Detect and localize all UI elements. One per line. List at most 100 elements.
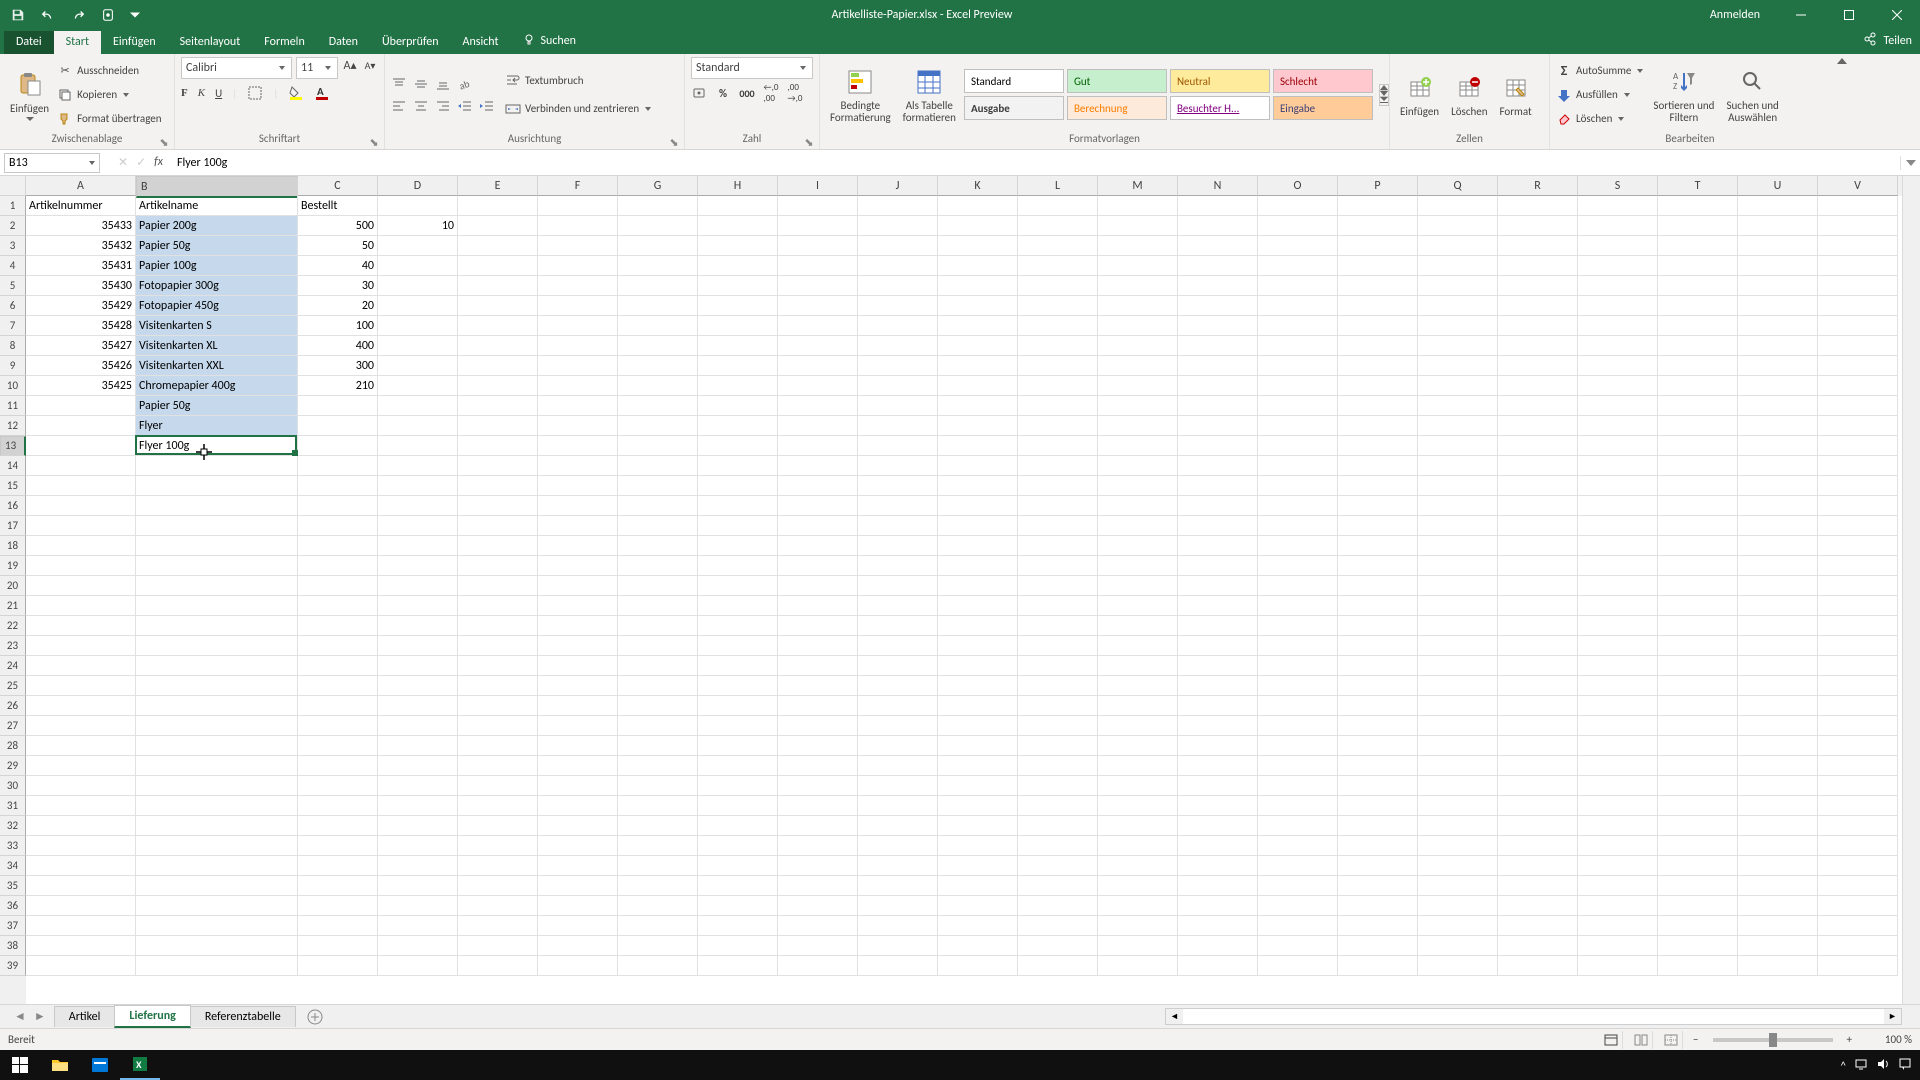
- cell[interactable]: [778, 316, 858, 336]
- cell[interactable]: [1018, 356, 1098, 376]
- cell[interactable]: [1818, 356, 1898, 376]
- row-header[interactable]: 26: [0, 696, 26, 716]
- cell[interactable]: [1338, 556, 1418, 576]
- cell[interactable]: [618, 496, 698, 516]
- cell[interactable]: [1258, 596, 1338, 616]
- row-header[interactable]: 22: [0, 616, 26, 636]
- cell[interactable]: [1018, 676, 1098, 696]
- cell[interactable]: [858, 256, 938, 276]
- cell[interactable]: [618, 736, 698, 756]
- cell[interactable]: [1418, 236, 1498, 256]
- cell[interactable]: [538, 676, 618, 696]
- tray-network-icon[interactable]: [1854, 1057, 1868, 1074]
- cell[interactable]: [458, 396, 538, 416]
- cell[interactable]: [1578, 936, 1658, 956]
- cell[interactable]: [858, 356, 938, 376]
- cell[interactable]: [1578, 256, 1658, 276]
- cell[interactable]: [1258, 516, 1338, 536]
- cell[interactable]: [618, 656, 698, 676]
- sheet-nav-next-icon[interactable]: ►: [34, 1009, 46, 1024]
- cell[interactable]: [1018, 896, 1098, 916]
- cell[interactable]: [136, 516, 298, 536]
- cell[interactable]: [778, 616, 858, 636]
- cell-style-neutral[interactable]: Neutral: [1170, 69, 1270, 93]
- cell[interactable]: [378, 436, 458, 456]
- cell[interactable]: [1258, 716, 1338, 736]
- cell[interactable]: [1818, 396, 1898, 416]
- cell[interactable]: [938, 496, 1018, 516]
- cell[interactable]: [938, 456, 1018, 476]
- cell[interactable]: [378, 676, 458, 696]
- cell[interactable]: [26, 616, 136, 636]
- cell[interactable]: [1418, 896, 1498, 916]
- cell[interactable]: 35426: [26, 356, 136, 376]
- column-header-P[interactable]: P: [1338, 176, 1418, 196]
- cell[interactable]: [1178, 516, 1258, 536]
- cell[interactable]: [1338, 456, 1418, 476]
- cell[interactable]: [1498, 856, 1578, 876]
- row-header[interactable]: 10: [0, 376, 26, 396]
- more-icon[interactable]: [1380, 97, 1388, 105]
- cell[interactable]: [1018, 296, 1098, 316]
- cell[interactable]: [698, 436, 778, 456]
- cell[interactable]: [1338, 916, 1418, 936]
- cell[interactable]: [1738, 736, 1818, 756]
- cell[interactable]: [1418, 276, 1498, 296]
- cell[interactable]: [938, 636, 1018, 656]
- column-header-S[interactable]: S: [1578, 176, 1658, 196]
- cell[interactable]: [858, 716, 938, 736]
- percent-format-icon[interactable]: %: [715, 85, 731, 101]
- cell[interactable]: [1178, 676, 1258, 696]
- cancel-formula-icon[interactable]: ✕: [118, 155, 128, 170]
- cell[interactable]: [1258, 296, 1338, 316]
- cell[interactable]: [378, 196, 458, 216]
- cell[interactable]: 35427: [26, 336, 136, 356]
- cell[interactable]: [1338, 236, 1418, 256]
- cell[interactable]: [858, 576, 938, 596]
- font-name-select[interactable]: Calibri: [181, 57, 292, 79]
- cell[interactable]: [1498, 636, 1578, 656]
- cell[interactable]: [778, 496, 858, 516]
- qat-customize-icon[interactable]: [130, 8, 140, 22]
- cell[interactable]: [538, 876, 618, 896]
- cell[interactable]: [136, 616, 298, 636]
- cell[interactable]: [538, 236, 618, 256]
- cell[interactable]: [618, 696, 698, 716]
- cell[interactable]: [858, 396, 938, 416]
- cell[interactable]: [298, 736, 378, 756]
- cell[interactable]: [136, 676, 298, 696]
- cell[interactable]: [1818, 276, 1898, 296]
- cell[interactable]: [1338, 496, 1418, 516]
- cell[interactable]: [938, 396, 1018, 416]
- cell[interactable]: [1258, 456, 1338, 476]
- cell[interactable]: [538, 336, 618, 356]
- cell[interactable]: [858, 316, 938, 336]
- cell[interactable]: [938, 196, 1018, 216]
- align-middle-icon[interactable]: [413, 76, 429, 92]
- cell[interactable]: [1498, 396, 1578, 416]
- comma-format-icon[interactable]: 000: [739, 85, 755, 101]
- cell[interactable]: [1178, 576, 1258, 596]
- cell[interactable]: [1418, 836, 1498, 856]
- cell[interactable]: Papier 50g: [136, 396, 298, 416]
- align-center-icon[interactable]: [413, 98, 429, 114]
- sheet-tab-referenztabelle[interactable]: Referenztabelle: [190, 1006, 296, 1027]
- cell[interactable]: [1338, 756, 1418, 776]
- cell[interactable]: [458, 956, 538, 976]
- cell[interactable]: [1178, 496, 1258, 516]
- cell[interactable]: [1738, 616, 1818, 636]
- taskbar-excel-icon[interactable]: X: [120, 1050, 160, 1080]
- cell[interactable]: [1098, 196, 1178, 216]
- cell[interactable]: [298, 416, 378, 436]
- cell[interactable]: [938, 336, 1018, 356]
- cell[interactable]: [1498, 616, 1578, 636]
- cell[interactable]: [1418, 696, 1498, 716]
- column-header-C[interactable]: C: [298, 176, 378, 196]
- tab-layout[interactable]: Seitenlayout: [168, 31, 253, 54]
- cell[interactable]: [858, 876, 938, 896]
- cell[interactable]: [1578, 756, 1658, 776]
- cell[interactable]: [778, 376, 858, 396]
- cell[interactable]: [698, 216, 778, 236]
- cell[interactable]: [1018, 716, 1098, 736]
- cell[interactable]: [26, 636, 136, 656]
